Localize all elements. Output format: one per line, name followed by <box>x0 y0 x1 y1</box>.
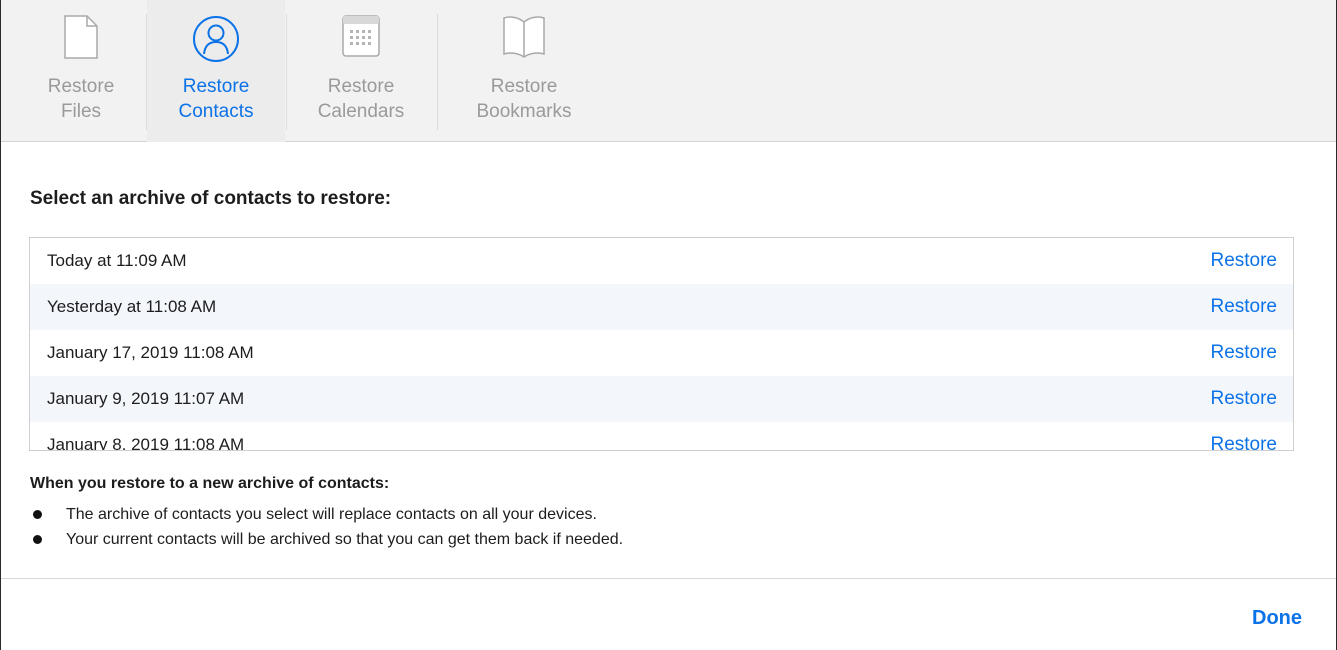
tab-divider <box>286 14 287 130</box>
done-button[interactable]: Done <box>1252 607 1302 630</box>
file-icon <box>63 14 99 65</box>
info-bullet: The archive of contacts you select will … <box>30 502 623 527</box>
info-title: When you restore to a new archive of con… <box>30 475 390 492</box>
archive-row: January 8, 2019 11:08 AM Restore <box>30 422 1293 451</box>
archive-row: January 17, 2019 11:08 AM Restore <box>30 330 1293 376</box>
tab-restore-calendars[interactable]: Restore Calendars <box>291 0 431 142</box>
bullet-dot-icon <box>33 535 42 544</box>
page-heading: Select an archive of contacts to restore… <box>30 188 392 209</box>
contacts-icon <box>191 14 241 69</box>
tab-divider <box>437 14 438 130</box>
calendar-icon <box>341 14 381 63</box>
info-bullet-text: The archive of contacts you select will … <box>66 506 597 523</box>
tab-restore-contacts[interactable]: Restore Contacts <box>147 0 285 142</box>
tab-label: Restore Contacts <box>178 76 254 122</box>
restore-link[interactable]: Restore <box>1210 296 1277 318</box>
info-bullet: Your current contacts will be archived s… <box>30 527 623 552</box>
archive-list[interactable]: Today at 11:09 AM Restore Yesterday at 1… <box>29 237 1294 451</box>
tab-label: Restore Files <box>47 76 115 122</box>
info-bullets: The archive of contacts you select will … <box>30 502 623 552</box>
archive-row: Yesterday at 11:08 AM Restore <box>30 284 1293 330</box>
tab-restore-files[interactable]: Restore Files <box>21 0 141 142</box>
restore-link[interactable]: Restore <box>1210 388 1277 410</box>
restore-link[interactable]: Restore <box>1210 342 1277 364</box>
archive-row: January 9, 2019 11:07 AM Restore <box>30 376 1293 422</box>
tab-label: Restore Calendars <box>317 76 405 122</box>
bullet-dot-icon <box>33 510 42 519</box>
restore-link[interactable]: Restore <box>1210 434 1277 450</box>
restore-link[interactable]: Restore <box>1210 250 1277 272</box>
archive-date: January 17, 2019 11:08 AM <box>47 343 254 362</box>
tab-label: Restore Bookmarks <box>476 76 572 122</box>
bookmarks-icon <box>500 14 548 63</box>
footer-divider <box>1 578 1336 579</box>
archive-date: January 8, 2019 11:08 AM <box>47 435 245 451</box>
archive-date: January 9, 2019 11:07 AM <box>47 389 245 408</box>
info-bullet-text: Your current contacts will be archived s… <box>66 531 624 548</box>
tab-restore-bookmarks[interactable]: Restore Bookmarks <box>449 0 599 142</box>
archive-date: Yesterday at 11:08 AM <box>47 297 217 316</box>
archive-date: Today at 11:09 AM <box>47 251 187 270</box>
archive-row: Today at 11:09 AM Restore <box>30 238 1293 284</box>
restore-toolbar: Restore Files Restore Contacts Restore C… <box>1 0 1336 142</box>
